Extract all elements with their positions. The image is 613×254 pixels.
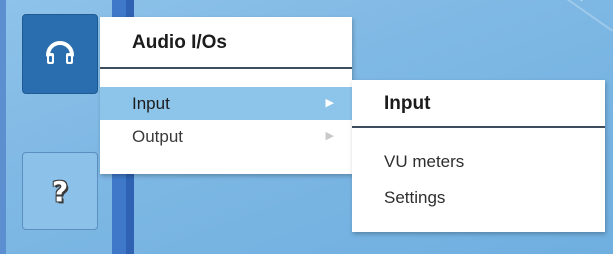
- menu-item-output[interactable]: Output ▶: [100, 120, 352, 153]
- menu-item-label: Input: [132, 94, 170, 113]
- chevron-right-icon: ▶: [325, 97, 334, 109]
- menu-items: Input ▶ Output ▶: [100, 69, 352, 153]
- chevron-right-icon: ▶: [325, 130, 334, 142]
- menu-item-vu-meters[interactable]: VU meters: [352, 144, 605, 180]
- window-frame-edge: [0, 0, 6, 254]
- submenu-items: VU meters Settings: [352, 128, 605, 216]
- menu-title: Audio I/Os: [100, 17, 352, 69]
- question-mark-icon: ?: [51, 174, 69, 208]
- background-streak: [546, 0, 613, 32]
- submenu-title: Input: [352, 80, 605, 128]
- background-streak: [475, 0, 583, 2]
- menu-item-label: Output: [132, 127, 184, 146]
- menu-item-label: VU meters: [384, 152, 465, 171]
- help-button[interactable]: ?: [22, 152, 98, 230]
- menu-item-label: Settings: [384, 188, 446, 207]
- headphones-icon: [43, 35, 77, 74]
- audio-ios-menu: Audio I/Os Input ▶ Output ▶: [100, 17, 352, 174]
- menu-item-input[interactable]: Input ▶: [100, 87, 352, 120]
- audio-ios-button[interactable]: [22, 14, 98, 94]
- input-submenu: Input VU meters Settings: [352, 80, 605, 232]
- menu-item-settings[interactable]: Settings: [352, 180, 605, 216]
